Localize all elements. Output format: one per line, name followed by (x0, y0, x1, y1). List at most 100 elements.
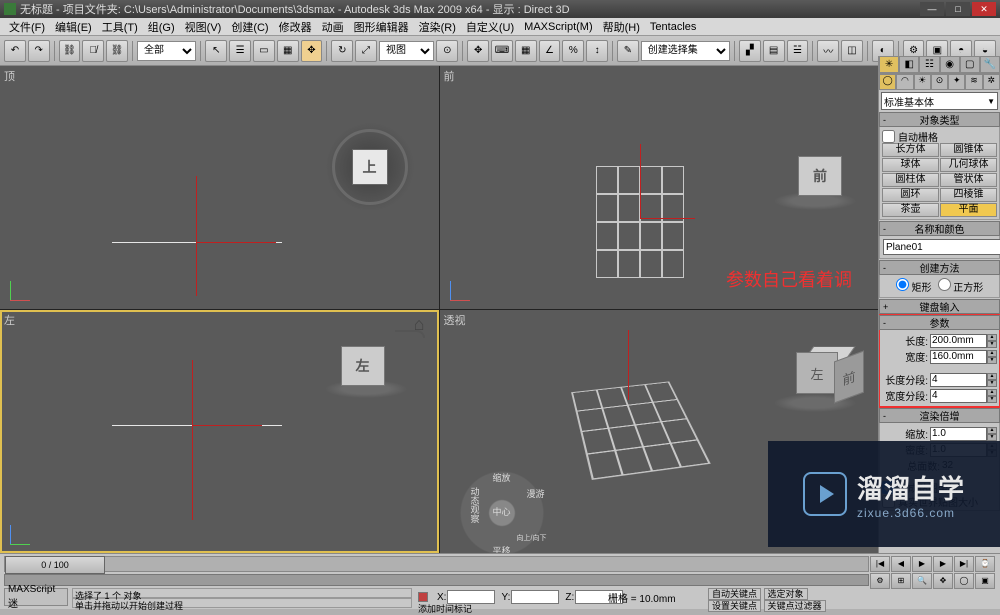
menu-render[interactable]: 渲染(R) (414, 19, 461, 35)
modify-tab[interactable]: ◧ (899, 56, 919, 73)
menu-tools[interactable]: 工具(T) (97, 19, 143, 35)
viewcube-face-left[interactable]: 左 (796, 352, 838, 394)
prim-pyramid[interactable]: 四棱锥 (940, 188, 997, 202)
prim-tube[interactable]: 管状体 (940, 173, 997, 187)
spinner-down[interactable]: ▼ (987, 341, 997, 348)
menu-edit[interactable]: 编辑(E) (50, 19, 97, 35)
max-toggle-button[interactable]: ▣ (975, 573, 995, 589)
render-scale-input[interactable] (930, 427, 987, 441)
keyfilter-button[interactable]: 关键点过滤器 (764, 600, 826, 612)
cameras-tab[interactable]: ⊙ (931, 74, 948, 90)
viewcube-front[interactable]: 前 (798, 156, 842, 196)
time-config-button[interactable]: ⚙ (870, 573, 890, 589)
undo-button[interactable]: ↶ (4, 40, 26, 62)
keyboard-shortcut-override-button[interactable]: ⌨ (491, 40, 513, 62)
viewcube-face-front[interactable]: 前 (798, 156, 842, 196)
swheel-rewind[interactable]: 漫游 (516, 487, 556, 500)
select-and-manipulate-button[interactable]: ✥ (467, 40, 489, 62)
window-crossing-button[interactable]: ▦ (277, 40, 299, 62)
mirror-button[interactable]: ▞ (739, 40, 761, 62)
display-tab[interactable]: ▢ (960, 56, 980, 73)
rollout-header-object-type[interactable]: -对象类型 (879, 112, 1000, 127)
prim-plane[interactable]: 平面 (940, 203, 997, 217)
menu-graph[interactable]: 图形编辑器 (349, 19, 414, 35)
prim-teapot[interactable]: 茶壶 (882, 203, 939, 217)
y-input[interactable] (511, 590, 559, 604)
rotate-arc-icon[interactable] (395, 330, 425, 338)
swheel-updown[interactable]: 向上/向下 (512, 533, 552, 543)
angle-snap-button[interactable]: ∠ (539, 40, 561, 62)
rollout-header-params[interactable]: -参数 (879, 315, 1000, 330)
menu-create[interactable]: 创建(C) (226, 19, 273, 35)
rect-select-region-button[interactable]: ▭ (253, 40, 275, 62)
length-input[interactable] (930, 334, 987, 348)
goto-start-button[interactable]: |◀ (870, 556, 890, 572)
viewcube-left[interactable]: 左 ⌂ (305, 314, 425, 404)
select-and-rotate-button[interactable]: ↻ (331, 40, 353, 62)
spinner-down[interactable]: ▼ (987, 357, 997, 364)
maximize-button[interactable]: □ (946, 2, 970, 16)
hierarchy-tab[interactable]: ☷ (919, 56, 939, 73)
play-button[interactable]: ▶ (912, 556, 932, 572)
prim-torus[interactable]: 圆环 (882, 188, 939, 202)
minimize-button[interactable]: — (920, 2, 944, 16)
viewcube-persp[interactable]: 左 前 (796, 352, 844, 400)
steering-wheel[interactable]: 缩放 中心 漫游 动态观察 平移 向上/向下 (454, 465, 550, 553)
spinner-snap-button[interactable]: ↕ (586, 40, 608, 62)
menu-view[interactable]: 视图(V) (180, 19, 227, 35)
viewport-top[interactable]: 顶 上 (0, 66, 439, 309)
time-slider-track[interactable]: 0 / 100 (4, 556, 869, 572)
menu-animation[interactable]: 动画 (317, 19, 349, 35)
menu-file[interactable]: 文件(F) (4, 19, 50, 35)
key-mode-button[interactable]: ⌚ (975, 556, 995, 572)
prim-box[interactable]: 长方体 (882, 143, 939, 157)
method-square-radio[interactable] (938, 278, 951, 291)
link-button[interactable]: ⛓ (59, 40, 81, 62)
zoom-ext-button[interactable]: ⊞ (891, 573, 911, 589)
menu-group[interactable]: 组(G) (143, 19, 180, 35)
rollout-header-name[interactable]: -名称和颜色 (879, 221, 1000, 236)
autogrid-checkbox[interactable] (882, 130, 895, 143)
bind-space-warp-button[interactable]: ⛓ (106, 40, 128, 62)
select-and-scale-button[interactable]: ⤢ (355, 40, 377, 62)
maxscript-mini-button[interactable]: MAXScript迷 (4, 588, 68, 606)
named-sel-dropdown[interactable]: 创建选择集 (641, 41, 730, 61)
width-input[interactable] (930, 350, 987, 364)
goto-end-button[interactable]: ▶| (954, 556, 974, 572)
swheel-orbit[interactable]: 动态观察 (442, 487, 482, 523)
prim-cylinder[interactable]: 圆柱体 (882, 173, 939, 187)
ref-coord-dropdown[interactable]: 视图 (379, 41, 435, 61)
create-tab[interactable]: ✳ (879, 56, 899, 73)
snap-toggle-button[interactable]: ▦ (515, 40, 537, 62)
schematic-view-button[interactable]: ◫ (841, 40, 863, 62)
arc-rotate-button[interactable]: ◯ (954, 573, 974, 589)
menu-help[interactable]: 帮助(H) (598, 19, 645, 35)
pan-view-button[interactable]: ✥ (933, 573, 953, 589)
method-rect-radio[interactable] (896, 278, 909, 291)
zoom-button[interactable]: 🔍 (912, 573, 932, 589)
viewport-front[interactable]: 前 前 参数自己看着调 (440, 66, 879, 309)
select-by-name-button[interactable]: ☰ (229, 40, 251, 62)
curve-editor-button[interactable]: 〰 (817, 40, 839, 62)
prim-geosphere[interactable]: 几何球体 (940, 158, 997, 172)
select-object-button[interactable]: ↖ (205, 40, 227, 62)
menu-maxscript[interactable]: MAXScript(M) (519, 21, 597, 33)
time-slider[interactable]: 0 / 100 (5, 556, 105, 574)
prev-frame-button[interactable]: ◀ (891, 556, 911, 572)
select-and-move-button[interactable]: ✥ (301, 40, 323, 62)
pivot-center-button[interactable]: ⊙ (436, 40, 458, 62)
geometry-type-dropdown[interactable]: 标准基本体 ▼ (881, 92, 998, 110)
lights-tab[interactable]: ☀ (914, 74, 931, 90)
redo-button[interactable]: ↷ (28, 40, 50, 62)
menu-customize[interactable]: 自定义(U) (461, 19, 519, 35)
next-frame-button[interactable]: ▶ (933, 556, 953, 572)
spinner-up[interactable]: ▲ (987, 389, 997, 396)
motion-tab[interactable]: ◉ (940, 56, 960, 73)
setkey-button[interactable]: 设置关键点 (708, 600, 761, 612)
unlink-button[interactable]: ⛓̸ (82, 40, 104, 62)
spinner-up[interactable]: ▲ (987, 334, 997, 341)
layers-button[interactable]: ☱ (787, 40, 809, 62)
spinner-up[interactable]: ▲ (987, 373, 997, 380)
menu-modifiers[interactable]: 修改器 (274, 19, 317, 35)
align-button[interactable]: ▤ (763, 40, 785, 62)
